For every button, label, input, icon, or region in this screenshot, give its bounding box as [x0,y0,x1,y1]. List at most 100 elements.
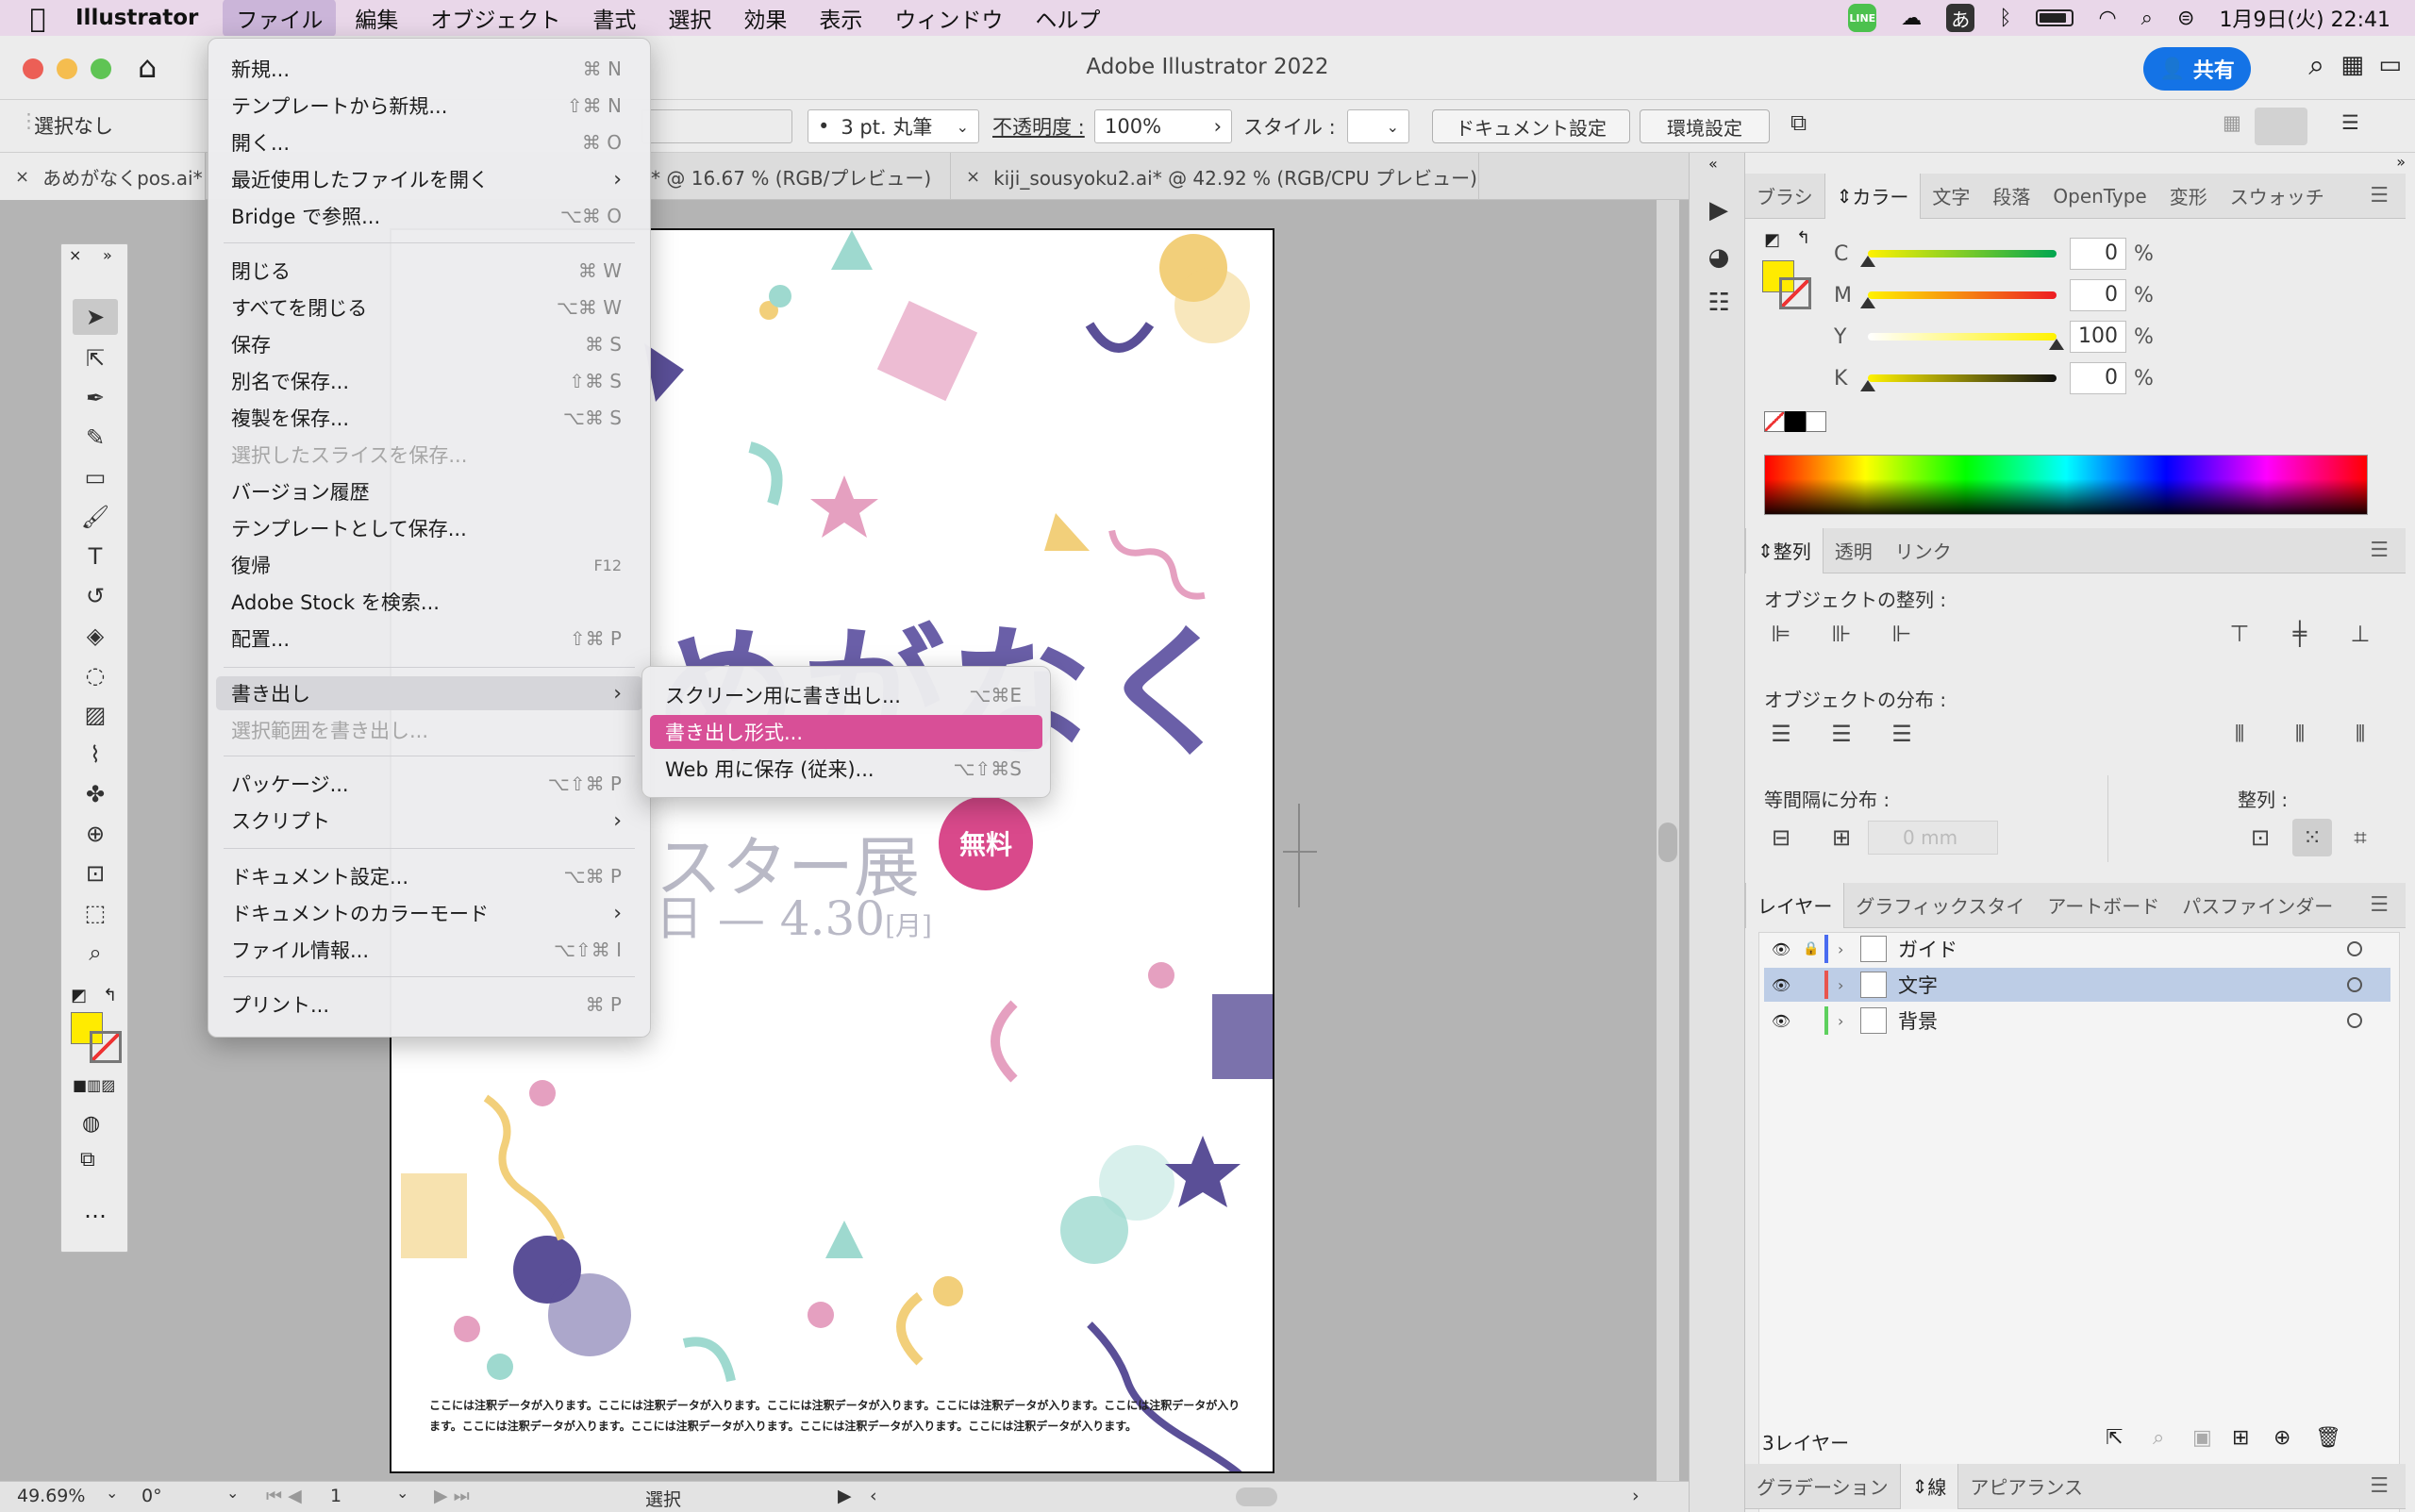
menu-object[interactable]: オブジェクト [417,0,574,37]
align-toggle-button[interactable] [2255,108,2307,145]
align-left-icon[interactable]: ⊫ [1764,617,1798,651]
menu-window[interactable]: ウィンドウ [881,0,1016,37]
layer-target-icon[interactable] [2347,941,2362,956]
list-icon[interactable]: ☰ [2341,111,2359,134]
search-icon[interactable]: ⌕ [2308,49,2324,82]
tab-document-2[interactable]: * @ 16.67 % (RGB/プレビュー) [641,153,951,200]
menu-item-save-copy[interactable]: 複製を保存... ⌥⌘ S [216,401,642,435]
tab-paragraph[interactable]: 段落 [1981,174,2041,219]
close-tab-icon[interactable]: × [966,167,980,187]
collapse-icon[interactable]: » [2396,153,2406,171]
chevron-down-icon[interactable]: ⌄ [226,1484,239,1502]
menu-item-package[interactable]: パッケージ... ⌥⇧⌘ P [216,767,642,801]
slider-knob[interactable] [1860,297,1875,308]
input-method-icon[interactable]: あ [1946,4,1975,32]
visibility-eye-icon[interactable]: 👁 [1764,976,1798,994]
default-colors-icon[interactable]: ◩ [1764,230,1780,250]
black-value[interactable]: 0 [2070,362,2126,394]
workspace-icon[interactable]: ▦ [2340,51,2364,79]
menu-item-save-as[interactable]: 別名で保存... ⇧⌘ S [216,364,642,398]
layer-row-text[interactable]: 👁 › 文字 [1764,968,2390,1002]
menu-item-export-for-screens[interactable]: スクリーン用に書き出し... ⌥⌘E [650,678,1042,712]
line-app-icon[interactable]: LINE [1848,4,1877,32]
layer-name[interactable]: ガイド [1898,935,1957,963]
align-bottom-icon[interactable]: ⊥ [2343,617,2377,651]
magenta-value[interactable]: 0 [2070,279,2126,311]
layer-row-background[interactable]: 👁 › 背景 [1764,1004,2390,1038]
next-artboard-icons[interactable]: ▶ ⏭ [434,1486,470,1506]
menu-help[interactable]: ヘルプ [1022,0,1113,37]
minimize-window-button[interactable] [57,58,77,79]
scroll-left-icon[interactable]: ‹ [870,1486,877,1506]
menu-item-browse-bridge[interactable]: Bridge で参照... ⌥⌘ O [216,199,642,233]
menu-file[interactable]: ファイル [223,0,337,37]
fill-dropdown[interactable] [641,109,792,143]
slider-knob[interactable] [2049,339,2064,350]
menu-view[interactable]: 表示 [806,0,875,37]
tab-pathfinder[interactable]: パスファインダー [2171,883,2344,928]
distribute-center-v-icon[interactable]: ☰ [1824,717,1858,751]
document-setup-button[interactable]: ドキュメント設定 [1432,109,1630,143]
menu-item-new[interactable]: 新規... ⌘ N [216,52,642,86]
menu-item-new-from-template[interactable]: テンプレートから新規... ⇧⌘ N [216,89,642,123]
distribute-bottom-icon[interactable]: ☰ [1885,717,1919,751]
rectangle-tool-icon[interactable]: ▭ [73,459,118,495]
black-slider[interactable] [1860,374,2057,391]
eyedropper-tool-icon[interactable]: ⌇ [73,737,118,773]
tab-gradient[interactable]: グラデーション [1745,1464,1900,1509]
distribute-left-icon[interactable]: ⦀ [2223,717,2257,751]
menu-item-close[interactable]: 閉じる ⌘ W [216,254,642,288]
visibility-eye-icon[interactable]: 👁 [1764,1012,1798,1030]
default-colors-icon[interactable]: ◩ [71,986,87,1005]
align-center-v-icon[interactable]: ╪ [2283,617,2317,651]
layer-target-icon[interactable] [2347,1013,2362,1028]
tab-links[interactable]: リンク [1884,528,1963,573]
style-dropdown[interactable]: ⌄ [1347,109,1409,143]
scroll-right-icon[interactable]: › [1632,1486,1640,1506]
align-top-icon[interactable]: ⊤ [2223,617,2257,651]
zoom-tool-icon[interactable]: ⌕ [73,935,118,971]
close-panel-icon[interactable]: × [69,246,81,264]
menu-item-version-history[interactable]: バージョン履歴 [216,474,642,508]
yellow-value[interactable]: 100 [2070,321,2126,353]
direct-selection-tool-icon[interactable]: ⇱ [73,341,118,376]
isolate-icon[interactable]: ▦ [2223,111,2241,134]
bluetooth-icon[interactable]: ᛒ [1999,7,2011,30]
opacity-input[interactable]: 100% › [1094,109,1232,143]
color-mode-icons[interactable]: ■▥▨ [73,1076,115,1094]
align-to-artboard-icon[interactable]: ⌗ [2343,821,2377,855]
menu-item-document-color-mode[interactable]: ドキュメントのカラーモード › [216,896,642,930]
tab-brush[interactable]: ブラシ [1745,174,1824,219]
spacing-horizontal-icon[interactable]: ⊞ [1824,821,1858,855]
rotation-value[interactable]: 0° [142,1486,162,1506]
menu-item-save[interactable]: 保存 ⌘ S [216,327,642,361]
stroke-swatch[interactable] [90,1031,122,1063]
spotlight-search-icon[interactable]: ⌕ [2141,7,2153,30]
panel-menu-icon[interactable]: ☰ [2370,1474,2389,1498]
panel-menu-icon[interactable]: ☰ [2370,893,2389,917]
panel-toggle-icon[interactable]: ▭ [2378,51,2402,79]
tab-artboards[interactable]: アートボード [2036,883,2171,928]
align-to-key-object-icon[interactable]: ⁙ [2292,819,2332,856]
clipping-mask-icon[interactable]: ▣ [2192,1426,2212,1450]
tab-stroke[interactable]: ⇕ 線 [1899,1463,1959,1509]
menu-item-revert[interactable]: 復帰 F12 [216,548,642,582]
swap-colors-icon[interactable]: ↰ [1796,228,1810,248]
creative-cloud-icon[interactable]: ☁ [1901,7,1922,30]
color-stroke-swatch[interactable] [1779,277,1811,309]
align-right-icon[interactable]: ⊩ [1885,617,1919,651]
swap-colors-icon[interactable]: ↰ [103,986,117,1005]
color-spectrum[interactable] [1764,455,2368,515]
slider-knob[interactable] [1860,256,1875,267]
layer-name[interactable]: 背景 [1898,1006,1938,1035]
distribute-right-icon[interactable]: ⦀ [2343,717,2377,751]
horizontal-scroll-thumb[interactable] [1236,1487,1277,1506]
tab-transform[interactable]: 変形 [2158,174,2219,219]
chevron-down-icon[interactable]: ⌄ [396,1484,408,1502]
control-center-icon[interactable]: ⊜ [2177,7,2194,30]
vertical-scrollbar[interactable] [1657,200,1679,1481]
menu-item-close-all[interactable]: すべてを閉じる ⌥⌘ W [216,291,642,324]
new-sublayer-icon[interactable]: ⊞ [2232,1426,2249,1450]
apple-icon[interactable]:  [0,3,75,34]
battery-icon[interactable] [2036,9,2074,26]
